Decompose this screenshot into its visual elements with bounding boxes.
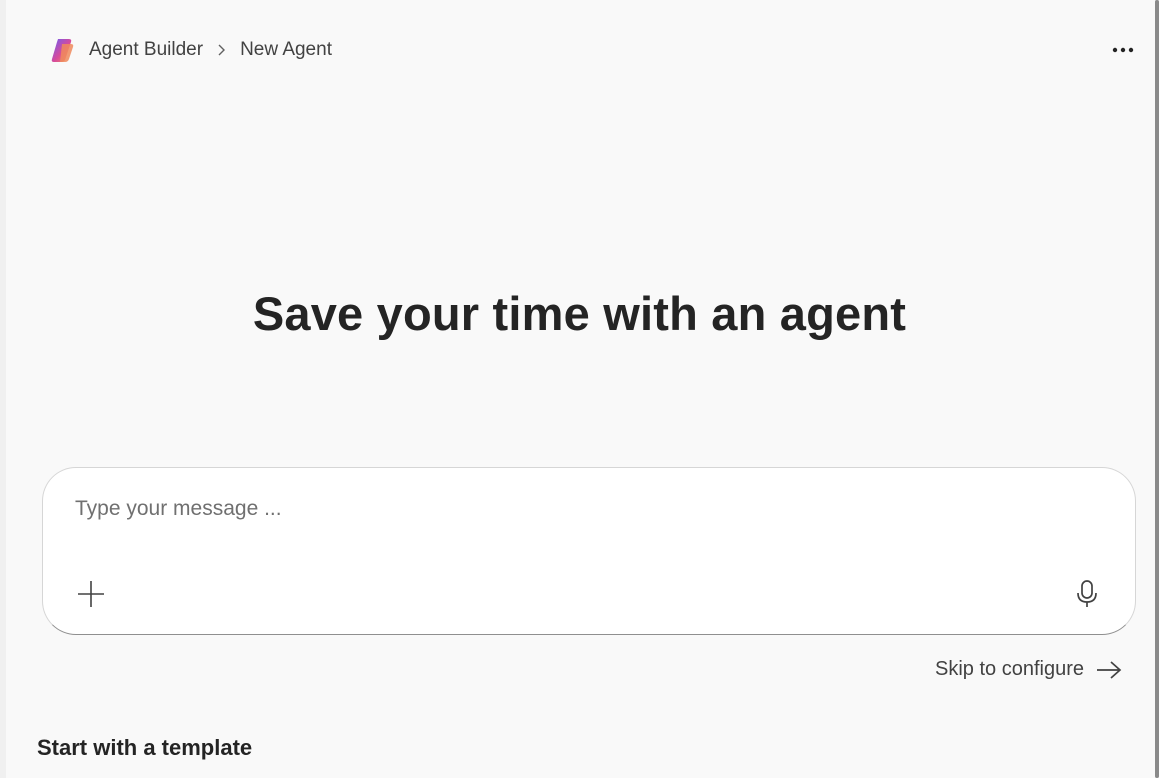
breadcrumb-new-agent: New Agent bbox=[240, 39, 332, 60]
agent-builder-window: Agent Builder New Agent Save your time w… bbox=[0, 0, 1159, 778]
copilot-studio-logo-icon bbox=[51, 39, 74, 62]
more-horizontal-icon bbox=[1112, 47, 1134, 53]
page-title: Save your time with an agent bbox=[252, 287, 907, 340]
more-options-button[interactable] bbox=[1109, 38, 1137, 62]
arrow-right-icon bbox=[1096, 660, 1122, 680]
scrollbar[interactable] bbox=[1155, 0, 1159, 778]
message-input[interactable] bbox=[73, 496, 1057, 522]
microphone-button[interactable] bbox=[1071, 578, 1103, 610]
skip-to-configure-label: Skip to configure bbox=[935, 658, 1084, 680]
template-section-heading: Start with a template bbox=[37, 735, 253, 760]
scrollbar-thumb[interactable] bbox=[1155, 0, 1159, 778]
add-attachment-button[interactable] bbox=[75, 578, 107, 610]
microphone-icon bbox=[1077, 580, 1097, 607]
left-edge bbox=[0, 0, 6, 778]
breadcrumb: Agent Builder New Agent bbox=[48, 36, 332, 64]
chevron-right-icon bbox=[217, 43, 226, 57]
breadcrumb-agent-builder[interactable]: Agent Builder bbox=[89, 39, 203, 61]
message-composer bbox=[42, 467, 1136, 635]
skip-to-configure-link[interactable]: Skip to configure bbox=[935, 658, 1122, 681]
plus-icon bbox=[78, 581, 104, 607]
